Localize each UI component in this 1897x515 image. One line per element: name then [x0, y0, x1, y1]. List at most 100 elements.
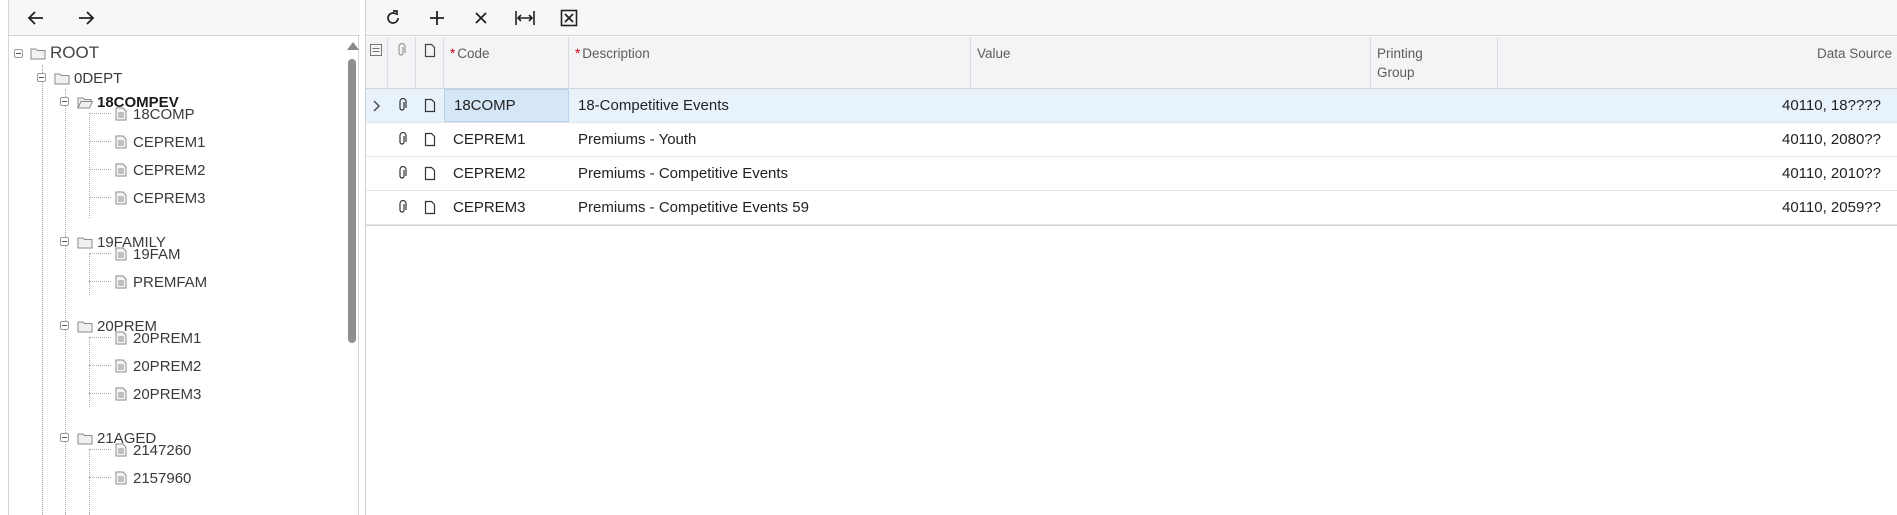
document-icon: [115, 191, 127, 205]
attachment-cell[interactable]: [388, 89, 416, 122]
group-toggle[interactable]: [60, 433, 69, 442]
export-excel-button[interactable]: [552, 3, 586, 33]
forward-button[interactable]: [71, 3, 101, 33]
data-source-cell[interactable]: 40110, 2059??: [1498, 191, 1890, 224]
dept-toggle[interactable]: [37, 73, 46, 82]
printing-group-cell[interactable]: [1371, 191, 1498, 224]
folder-icon: [77, 321, 93, 333]
document-icon: [115, 359, 127, 373]
paperclip-icon: [399, 200, 407, 213]
chevron-right-icon: [373, 100, 380, 111]
code-cell[interactable]: CEPREM2: [444, 157, 569, 190]
document-icon: [115, 275, 127, 289]
document-icon: [115, 135, 127, 149]
scroll-up-icon[interactable]: [347, 42, 359, 50]
column-header-description[interactable]: * Description: [569, 37, 971, 89]
paperclip-icon: [398, 42, 406, 56]
note-cell[interactable]: [416, 157, 444, 190]
note-icon: [424, 200, 436, 215]
tree-node-item[interactable]: CEPREM2: [113, 158, 206, 182]
note-icon: [424, 132, 436, 147]
table-row[interactable]: 18COMP 18-Competitive Events 40110, 18??…: [366, 89, 1897, 123]
tree-toolbar: [9, 0, 360, 36]
table-row[interactable]: CEPREM2 Premiums - Competitive Events 40…: [366, 157, 1897, 191]
delete-icon: [475, 12, 487, 24]
folder-icon: [30, 48, 46, 60]
document-icon: [115, 471, 127, 485]
row-selector-icon: [370, 44, 382, 56]
attachment-cell[interactable]: [388, 123, 416, 156]
tree-node-label: 19FAM: [133, 245, 181, 263]
grid-bottom-border: [366, 225, 1897, 226]
add-icon: [430, 11, 444, 25]
value-cell[interactable]: [971, 157, 1371, 190]
data-source-cell[interactable]: 40110, 2080??: [1498, 123, 1890, 156]
tree-node-label: 20PREM2: [133, 357, 202, 375]
value-cell[interactable]: [971, 89, 1371, 122]
group-toggle[interactable]: [60, 321, 69, 330]
tree-node-dept[interactable]: 0DEPT: [54, 66, 122, 90]
selector-column-header[interactable]: [366, 37, 388, 89]
data-source-cell[interactable]: 40110, 18????: [1498, 89, 1890, 122]
refresh-button[interactable]: [376, 3, 410, 33]
data-source-cell[interactable]: 40110, 2010??: [1498, 157, 1890, 190]
tree-node-label: PREMFAM: [133, 273, 208, 291]
table-row[interactable]: CEPREM3 Premiums - Competitive Events 59…: [366, 191, 1897, 225]
folder-open-icon: [77, 97, 93, 109]
tree-view[interactable]: ROOT 0DEPT 18COMPEV 18COMP CEPREM1 CEPRE…: [9, 37, 345, 515]
tree-node-label: 2147260: [133, 441, 192, 459]
description-cell[interactable]: Premiums - Competitive Events: [569, 157, 971, 190]
description-cell[interactable]: 18-Competitive Events: [569, 89, 971, 122]
note-cell[interactable]: [416, 89, 444, 122]
description-cell[interactable]: Premiums - Competitive Events 59: [569, 191, 971, 224]
tree-node-item[interactable]: PREMFAM: [113, 270, 207, 294]
tree-node-root[interactable]: ROOT: [30, 41, 99, 65]
tree-scrollbar[interactable]: [345, 37, 359, 515]
tree-node-item[interactable]: 2147260: [113, 438, 191, 462]
column-header-value[interactable]: Value: [971, 37, 1371, 89]
add-row-button[interactable]: [420, 3, 454, 33]
fit-columns-button[interactable]: [508, 3, 542, 33]
printing-group-cell[interactable]: [1371, 157, 1498, 190]
code-cell[interactable]: CEPREM3: [444, 191, 569, 224]
tree-node-label: CEPREM2: [133, 161, 206, 179]
attachment-cell[interactable]: [388, 191, 416, 224]
column-header-data-source[interactable]: Data Source: [1498, 37, 1897, 89]
group-toggle[interactable]: [60, 237, 69, 246]
table-row[interactable]: CEPREM1 Premiums - Youth 40110, 2080??: [366, 123, 1897, 157]
column-header-printing-group[interactable]: Printing Group: [1371, 37, 1498, 89]
export-excel-icon: [560, 9, 578, 27]
document-icon: [115, 247, 127, 261]
group-toggle[interactable]: [60, 97, 69, 106]
grid-toolbar: [366, 0, 1897, 36]
tree-node-item[interactable]: 20PREM1: [113, 326, 201, 350]
attachment-cell[interactable]: [388, 157, 416, 190]
value-cell[interactable]: [971, 123, 1371, 156]
attachment-column-header: [388, 37, 416, 89]
tree-node-item[interactable]: CEPREM3: [113, 186, 206, 210]
note-cell[interactable]: [416, 123, 444, 156]
tree-node-item[interactable]: 20PREM2: [113, 354, 201, 378]
description-cell[interactable]: Premiums - Youth: [569, 123, 971, 156]
back-button[interactable]: [21, 3, 51, 33]
tree-pane: ROOT 0DEPT 18COMPEV 18COMP CEPREM1 CEPRE…: [8, 0, 360, 515]
root-toggle[interactable]: [14, 49, 23, 58]
delete-row-button[interactable]: [464, 3, 498, 33]
printing-group-cell[interactable]: [1371, 123, 1498, 156]
printing-group-cell[interactable]: [1371, 89, 1498, 122]
tree-node-item[interactable]: 20PREM3: [113, 382, 201, 406]
tree-node-item[interactable]: 2157960: [113, 466, 191, 490]
paperclip-icon: [399, 166, 407, 179]
tree-node-item[interactable]: 18COMP: [113, 102, 195, 126]
tree-node-item[interactable]: 19FAM: [113, 242, 181, 266]
notes-column-header: [416, 37, 444, 89]
tree-node-item[interactable]: CEPREM1: [113, 130, 206, 154]
code-cell[interactable]: CEPREM1: [444, 123, 569, 156]
row-expander[interactable]: [368, 89, 388, 122]
tree-node-label: ROOT: [50, 43, 100, 62]
note-cell[interactable]: [416, 191, 444, 224]
column-header-code[interactable]: * Code: [444, 37, 569, 89]
scrollbar-thumb[interactable]: [348, 59, 356, 343]
code-cell[interactable]: 18COMP: [444, 89, 569, 122]
value-cell[interactable]: [971, 191, 1371, 224]
